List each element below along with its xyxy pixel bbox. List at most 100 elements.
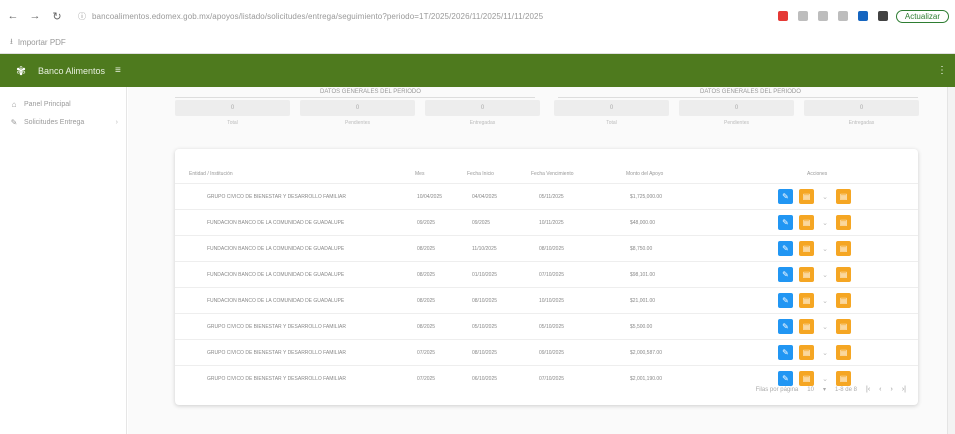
first-page-icon[interactable]: |‹ [866,386,870,393]
table-row[interactable]: FUNDACION BANCO DE LA COMUNIDAD DE GUADA… [175,261,918,287]
column-header[interactable]: Fecha Inicio [467,171,494,177]
bookmark-link[interactable]: Importar PDF [18,38,66,47]
edit-icon: ✎ [10,117,18,127]
extension-icon[interactable] [797,11,808,21]
row-actions: ✎ ▤ ⌄ ▤ [778,371,851,386]
table-row[interactable]: GRUPO CIVICO DE BIENESTAR Y DESARROLLO F… [175,183,918,209]
summary-box: 0 [804,100,919,116]
chevron-down-icon[interactable]: ⌄ [820,219,830,227]
column-header: Acciones [807,171,828,177]
chevron-down-icon[interactable]: ⌄ [820,323,830,331]
table-cell-mes: 07/2025 [417,350,436,356]
chevron-down-icon[interactable]: ⌄ [820,271,830,279]
chevron-down-icon[interactable]: ⌄ [820,297,830,305]
sidebar-item-requests[interactable]: ✎ Solicitudes Entrega › [0,113,126,131]
edit-button[interactable]: ✎ [778,371,793,386]
document-button[interactable]: ▤ [836,345,851,360]
table-cell-mes: 08/2025 [417,324,436,330]
address-bar[interactable]: ⓘ bancoalimentos.edomex.gob.mx/apoyos/li… [72,6,770,26]
chevron-down-icon[interactable]: ⌄ [820,193,830,201]
table-row[interactable]: FUNDACION BANCO DE LA COMUNIDAD DE GUADA… [175,287,918,313]
summary-box: 0 [679,100,794,116]
view-button[interactable]: ▤ [799,319,814,334]
table-cell-monto: $21,001.00 [630,298,656,304]
table-cell-monto: $5,500.00 [630,324,653,330]
sidebar: ⌂ Panel Principal ✎ Solicitudes Entrega … [0,87,127,434]
document-button[interactable]: ▤ [836,241,851,256]
table-cell-fecha-fin: 07/10/2025 [539,376,565,382]
menu-toggle-icon[interactable]: ≡ [115,65,121,76]
extension-icon[interactable] [777,11,788,21]
table-cell-entidad: FUNDACION BANCO DE LA COMUNIDAD DE GUADA… [207,246,345,252]
column-header[interactable]: Mes [415,171,424,177]
main-content: DATOS GENERALES DEL PERIODO DATOS GENERA… [128,87,955,434]
table-cell-fecha-fin: 10/10/2025 [539,298,565,304]
row-actions: ✎ ▤ ⌄ ▤ [778,267,851,282]
edit-button[interactable]: ✎ [778,319,793,334]
profile-avatar-icon[interactable] [877,11,888,21]
update-browser-button[interactable]: Actualizar [895,9,949,23]
table-cell-monto: $2,001,190.00 [630,376,662,382]
scrollbar[interactable] [947,87,955,434]
document-button[interactable]: ▤ [836,267,851,282]
view-button[interactable]: ▤ [799,189,814,204]
column-header[interactable]: Monto del Apoyo [626,171,663,177]
table-cell-fecha-fin: 09/10/2025 [539,350,565,356]
table-cell-fecha-fin: 05/11/2025 [539,194,564,200]
page-range: 1-8 de 8 [834,386,857,393]
user-menu-icon[interactable]: ⋮ [937,65,947,76]
chevron-down-icon[interactable]: ⌄ [820,245,830,253]
document-button[interactable]: ▤ [836,371,851,386]
reload-icon[interactable]: ↻ [50,9,64,23]
table-cell-fecha-fin: 05/10/2025 [539,324,565,330]
chevron-down-icon[interactable]: ▾ [823,386,826,393]
prev-page-icon[interactable]: ‹ [879,386,881,393]
table-cell-fecha: 08/10/2025 [472,298,498,304]
edit-button[interactable]: ✎ [778,241,793,256]
table-cell-fecha: 04/04/2025 [472,194,498,200]
sidebar-item-dashboard[interactable]: ⌂ Panel Principal [0,95,126,113]
view-button[interactable]: ▤ [799,345,814,360]
chevron-down-icon[interactable]: ⌄ [820,349,830,357]
view-button[interactable]: ▤ [799,293,814,308]
view-button[interactable]: ▤ [799,215,814,230]
table-row[interactable]: FUNDACION BANCO DE LA COMUNIDAD DE GUADA… [175,209,918,235]
table-cell-entidad: FUNDACION BANCO DE LA COMUNIDAD DE GUADA… [207,272,345,278]
view-button[interactable]: ▤ [799,241,814,256]
forward-arrow-icon[interactable]: → [28,9,42,23]
edit-button[interactable]: ✎ [778,267,793,282]
rows-per-page-select[interactable]: 10 [807,387,814,393]
view-button[interactable]: ▤ [799,267,814,282]
summary-divider [558,97,918,98]
document-button[interactable]: ▤ [836,215,851,230]
row-actions: ✎ ▤ ⌄ ▤ [778,241,851,256]
table-row[interactable]: GRUPO CIVICO DE BIENESTAR Y DESARROLLO F… [175,339,918,365]
extension-icon[interactable] [857,11,868,21]
back-arrow-icon[interactable]: ← [6,9,20,23]
pagination: Filas por página 10 ▾ 1-8 de 8 |‹ ‹ › ›| [756,386,906,393]
bookmarks-bar: ⭳ Importar PDF [0,32,955,54]
table-cell-fecha: 09/2025 [472,220,491,226]
column-header[interactable]: Entidad / Institución [189,171,233,177]
next-page-icon[interactable]: › [891,386,893,393]
table-cell-entidad: GRUPO CIVICO DE BIENESTAR Y DESARROLLO F… [207,194,346,200]
bookmark-icon: ⭳ [10,36,13,46]
edit-button[interactable]: ✎ [778,293,793,308]
site-info-icon[interactable]: ⓘ [78,11,86,22]
column-header[interactable]: Fecha Vencimiento [531,171,574,177]
last-page-icon[interactable]: ›| [902,386,906,393]
extension-icon[interactable] [817,11,828,21]
document-button[interactable]: ▤ [836,293,851,308]
table-cell-mes: 08/2025 [417,298,436,304]
chevron-down-icon[interactable]: ⌄ [820,375,830,383]
view-button[interactable]: ▤ [799,371,814,386]
table-row[interactable]: FUNDACION BANCO DE LA COMUNIDAD DE GUADA… [175,235,918,261]
extension-icon[interactable] [837,11,848,21]
edit-button[interactable]: ✎ [778,215,793,230]
document-button[interactable]: ▤ [836,189,851,204]
edit-button[interactable]: ✎ [778,345,793,360]
document-button[interactable]: ▤ [836,319,851,334]
table-row[interactable]: GRUPO CIVICO DE BIENESTAR Y DESARROLLO F… [175,313,918,339]
table-cell-monto: $8,750.00 [630,246,653,252]
edit-button[interactable]: ✎ [778,189,793,204]
